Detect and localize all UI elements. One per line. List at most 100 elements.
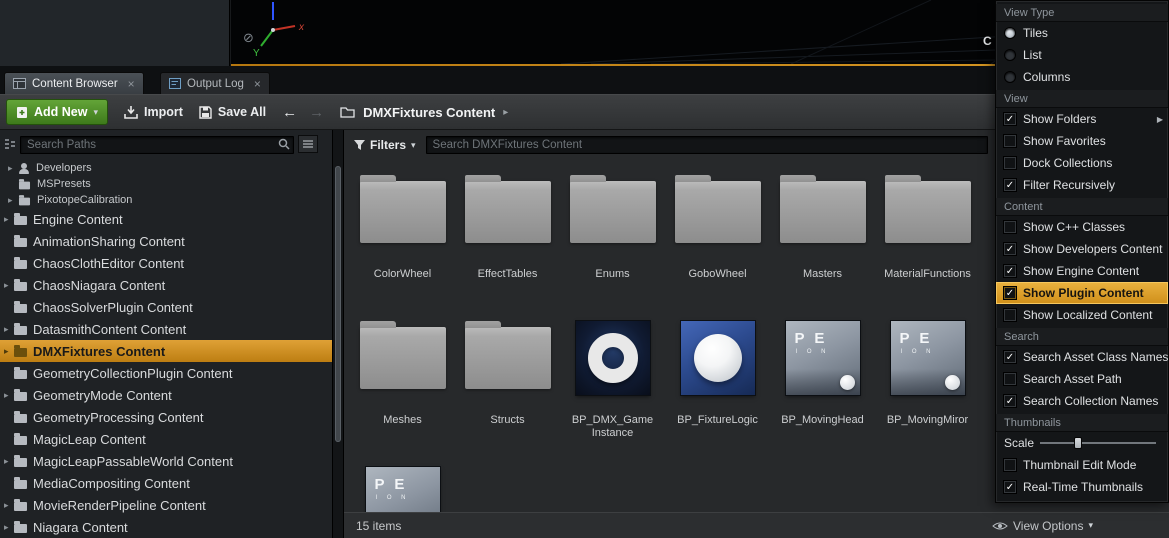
path-search-input[interactable] (20, 136, 294, 154)
asset-label: BP_MovingMiror (887, 414, 968, 427)
tree-item-chaossolverplugin-content[interactable]: ChaosSolverPlugin Content (0, 296, 332, 318)
filters-button[interactable]: Filters ▾ (354, 138, 416, 152)
tree-item-label: GeometryCollectionPlugin Content (33, 366, 232, 381)
expand-arrow-icon[interactable]: ▸ (4, 324, 14, 335)
asset-tile-bp-dmx-game-instance[interactable]: BP_DMX_Game Instance (560, 310, 665, 456)
menu-item-label: List (1023, 48, 1042, 62)
folder-icon (14, 260, 27, 269)
expand-arrow-icon[interactable]: ▸ (8, 163, 18, 174)
menu-item-tiles[interactable]: Tiles (996, 22, 1168, 44)
expand-arrow-icon[interactable]: ▸ (4, 456, 14, 467)
back-button[interactable]: ← (282, 104, 297, 121)
forward-button[interactable]: → (309, 104, 324, 121)
asset-tile-enums[interactable]: Enums (560, 164, 665, 310)
content-browser-icon (13, 78, 26, 89)
close-tab-icon[interactable]: × (128, 77, 135, 91)
tree-item-pixotopecalibration[interactable]: ▸PixotopeCalibration (0, 192, 332, 208)
import-button[interactable]: Import (124, 105, 183, 119)
menu-item-show-c-classes[interactable]: Show C++ Classes (996, 216, 1168, 238)
asset-tile-item[interactable]: P EI O N (350, 456, 455, 512)
asset-tile-bp-movingmiror[interactable]: P EI O NBP_MovingMiror (875, 310, 980, 456)
asset-tile-effecttables[interactable]: EffectTables (455, 164, 560, 310)
menu-item-search-asset-path[interactable]: Search Asset Path (996, 368, 1168, 390)
tree-item-mspresets[interactable]: MSPresets (0, 176, 332, 192)
folder-shape-icon (675, 181, 761, 243)
close-tab-icon[interactable]: × (254, 77, 261, 91)
breadcrumb[interactable]: DMXFixtures Content ▸ (340, 105, 508, 120)
menu-item-list[interactable]: List (996, 44, 1168, 66)
tab-output-log[interactable]: Output Log × (160, 72, 270, 94)
tree-item-niagara-content[interactable]: ▸Niagara Content (0, 516, 332, 538)
menu-item-search-asset-class-names[interactable]: ✓Search Asset Class Names (996, 346, 1168, 368)
folder-thumbnail (350, 310, 455, 406)
menu-item-label: Dock Collections (1023, 156, 1112, 170)
menu-item-scale[interactable]: Scale (996, 432, 1168, 454)
expand-arrow-icon[interactable]: ▸ (4, 500, 14, 511)
menu-item-thumbnail-edit-mode[interactable]: Thumbnail Edit Mode (996, 454, 1168, 476)
expand-arrow-icon[interactable]: ▸ (4, 346, 14, 357)
asset-tile-masters[interactable]: Masters (770, 164, 875, 310)
add-new-button[interactable]: Add New ▾ (6, 99, 108, 125)
thumbnail-logo-subtext: I O N (376, 495, 410, 501)
scrollbar-thumb[interactable] (335, 166, 341, 442)
tree-item-chaosclotheditor-content[interactable]: ChaosClothEditor Content (0, 252, 332, 274)
menu-item-show-folders[interactable]: ✓Show Folders▶ (996, 108, 1168, 130)
tree-item-geometrymode-content[interactable]: ▸GeometryMode Content (0, 384, 332, 406)
tab-content-browser[interactable]: Content Browser × (4, 72, 144, 94)
sphere-shape (694, 334, 742, 382)
axis-gizmo-icon: x Y (247, 0, 309, 60)
search-icon (278, 138, 290, 150)
expand-arrow-icon[interactable]: ▸ (4, 390, 14, 401)
menu-item-filter-recursively[interactable]: ✓Filter Recursively (996, 174, 1168, 196)
tree-item-engine-content[interactable]: ▸Engine Content (0, 208, 332, 230)
thumbnail-scale-slider[interactable] (1040, 442, 1156, 444)
menu-item-show-localized-content[interactable]: Show Localized Content (996, 304, 1168, 326)
asset-tile-materialfunctions[interactable]: MaterialFunctions (875, 164, 980, 310)
breadcrumb-expand-icon[interactable]: ▸ (503, 107, 508, 118)
tree-item-dmxfixtures-content[interactable]: ▸DMXFixtures Content (0, 340, 332, 362)
asset-tile-gobowheel[interactable]: GoboWheel (665, 164, 770, 310)
asset-tile-bp-fixturelogic[interactable]: BP_FixtureLogic (665, 310, 770, 456)
view-list-button[interactable] (298, 135, 318, 153)
tree-item-datasmithcontent-content[interactable]: ▸DatasmithContent Content (0, 318, 332, 340)
menu-item-show-favorites[interactable]: Show Favorites (996, 130, 1168, 152)
asset-tile-colorwheel[interactable]: ColorWheel (350, 164, 455, 310)
tree-item-developers[interactable]: ▸Developers (0, 160, 332, 176)
asset-tile-meshes[interactable]: Meshes (350, 310, 455, 456)
tree-item-magicleap-content[interactable]: MagicLeap Content (0, 428, 332, 450)
tree-item-animationsharing-content[interactable]: AnimationSharing Content (0, 230, 332, 252)
tree-item-geometrycollectionplugin-content[interactable]: GeometryCollectionPlugin Content (0, 362, 332, 384)
menu-item-search-collection-names[interactable]: ✓Search Collection Names (996, 390, 1168, 412)
sidebar-scrollbar[interactable] (332, 130, 344, 538)
menu-item-show-engine-content[interactable]: ✓Show Engine Content (996, 260, 1168, 282)
expand-arrow-icon[interactable]: ▸ (4, 522, 14, 533)
folder-icon (14, 392, 27, 401)
menu-item-show-plugin-content[interactable]: ✓Show Plugin Content (996, 282, 1168, 304)
tree-item-chaosniagara-content[interactable]: ▸ChaosNiagara Content (0, 274, 332, 296)
asset-tile-bp-movinghead[interactable]: P EI O NBP_MovingHead (770, 310, 875, 456)
save-all-button[interactable]: Save All (199, 105, 266, 119)
asset-label: GoboWheel (688, 268, 746, 281)
tree-item-mediacompositing-content[interactable]: MediaCompositing Content (0, 472, 332, 494)
sources-toggle-icon[interactable] (3, 138, 16, 151)
menu-item-real-time-thumbnails[interactable]: ✓Real-Time Thumbnails (996, 476, 1168, 498)
asset-tile-structs[interactable]: Structs (455, 310, 560, 456)
tree-item-magicleappassableworld-content[interactable]: ▸MagicLeapPassableWorld Content (0, 450, 332, 472)
tree-item-movierenderpipeline-content[interactable]: ▸MovieRenderPipeline Content (0, 494, 332, 516)
view-options-button[interactable]: View Options ▾ (992, 519, 1093, 533)
unreal-editor-window: x Y ⊘ C Content Browser × Output Log × (0, 0, 1169, 538)
expand-arrow-icon[interactable]: ▸ (4, 280, 14, 291)
asset-search-input[interactable] (426, 136, 988, 154)
menu-item-columns[interactable]: Columns (996, 66, 1168, 88)
expand-arrow-icon[interactable]: ▸ (8, 195, 18, 206)
view-options-label: View Options (1013, 519, 1083, 533)
tree-item-label: MagicLeap Content (33, 432, 146, 447)
menu-item-show-developers-content[interactable]: ✓Show Developers Content (996, 238, 1168, 260)
menu-section-search: Search✓Search Asset Class NamesSearch As… (996, 328, 1168, 412)
tree-item-geometryprocessing-content[interactable]: GeometryProcessing Content (0, 406, 332, 428)
checkbox-icon (1004, 309, 1016, 321)
menu-item-dock-collections[interactable]: Dock Collections (996, 152, 1168, 174)
slider-thumb[interactable] (1074, 437, 1082, 449)
expand-arrow-icon[interactable]: ▸ (4, 214, 14, 225)
asset-label: ColorWheel (374, 268, 431, 281)
